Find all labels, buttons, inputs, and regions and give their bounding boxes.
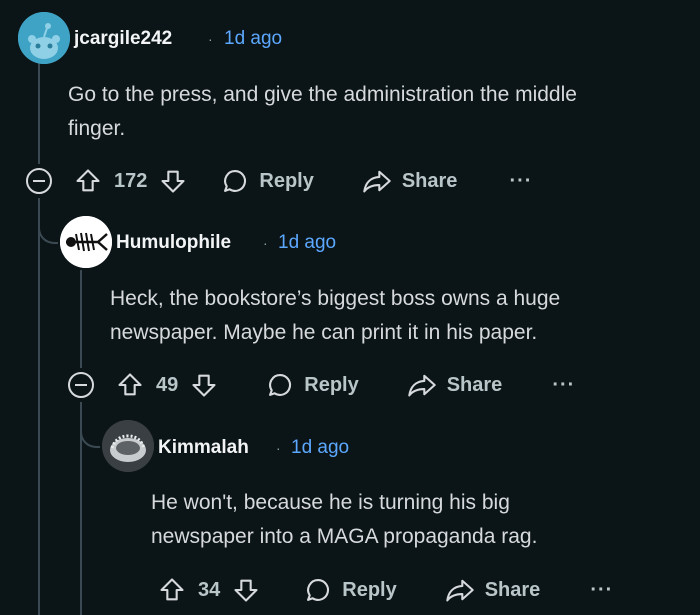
collapse-thread-button[interactable]	[26, 168, 52, 194]
share-arrow-icon	[445, 579, 474, 602]
comment-timestamp[interactable]: 1d ago	[278, 232, 336, 254]
comment-bubble-icon	[269, 374, 292, 396]
thread-line-level-2	[80, 270, 82, 368]
upvote-button[interactable]	[74, 167, 102, 195]
thread-line-level-1-lower	[38, 198, 40, 615]
share-button[interactable]: Share	[362, 167, 458, 195]
comment-timestamp[interactable]: 1d ago	[224, 28, 282, 50]
thread-line-level-1	[38, 62, 40, 164]
comment-actions: 172 Reply Share ···	[74, 163, 532, 199]
share-label: Share	[401, 169, 458, 192]
thread-connector	[80, 428, 100, 448]
separator-dot: ·	[263, 235, 268, 251]
reply-button[interactable]: Reply	[304, 576, 397, 604]
reply-label: Reply	[342, 578, 397, 601]
upvote-icon	[160, 578, 184, 601]
comment-body: Go to the press, and give the administra…	[68, 78, 577, 146]
comment-bubble-icon	[224, 170, 247, 192]
downvote-button[interactable]	[159, 167, 187, 195]
comment-body-line: Go to the press, and give the administra…	[68, 83, 577, 106]
comment-body-line: newspaper. Maybe he can print it in his …	[110, 321, 538, 344]
comment-author[interactable]: Humulophile	[116, 232, 231, 254]
comment-body: He won't, because he is turning his big …	[151, 486, 537, 554]
vote-count: 34	[198, 578, 221, 601]
more-options-button[interactable]: ···	[509, 170, 532, 193]
comment-timestamp[interactable]: 1d ago	[291, 437, 349, 459]
downvote-button[interactable]	[232, 576, 260, 604]
vote-count: 172	[114, 169, 148, 192]
avatar[interactable]	[102, 420, 154, 472]
share-label: Share	[484, 578, 541, 601]
downvote-button[interactable]	[190, 371, 218, 399]
share-label: Share	[446, 373, 503, 396]
avatar[interactable]	[60, 216, 112, 268]
comment-author[interactable]: jcargile242	[74, 28, 172, 50]
more-options-button[interactable]: ···	[552, 374, 575, 397]
comment-bubble-icon	[307, 579, 330, 601]
avatar[interactable]	[18, 12, 70, 64]
reply-label: Reply	[304, 373, 359, 396]
upvote-icon	[118, 373, 142, 396]
upvote-icon	[76, 169, 100, 192]
vote-count: 49	[156, 373, 179, 396]
upvote-button[interactable]	[116, 371, 144, 399]
separator-dot: ·	[208, 31, 213, 47]
share-button[interactable]: Share	[445, 576, 541, 604]
share-arrow-icon	[407, 374, 436, 397]
reply-button[interactable]: Reply	[266, 371, 359, 399]
ring-avatar-icon	[102, 420, 154, 472]
comment-body-line: finger.	[68, 117, 126, 140]
fish-skeleton-avatar-icon	[60, 216, 112, 268]
comment-author[interactable]: Kimmalah	[158, 437, 249, 459]
downvote-icon	[234, 579, 258, 602]
upvote-button[interactable]	[158, 576, 186, 604]
comment-actions: 49 Reply Share ···	[116, 367, 575, 403]
more-options-icon: ···	[590, 578, 614, 601]
share-button[interactable]: Share	[407, 371, 503, 399]
thread-connector	[38, 224, 58, 244]
more-options-icon: ···	[509, 169, 533, 192]
downvote-icon	[192, 374, 216, 397]
reply-label: Reply	[259, 169, 314, 192]
downvote-icon	[161, 170, 185, 193]
separator-dot: ·	[276, 440, 281, 456]
more-options-button[interactable]: ···	[590, 579, 613, 602]
comment-body-line: He won't, because he is turning his big	[151, 491, 510, 514]
comment-body-line: Heck, the bookstore’s biggest boss owns …	[110, 287, 561, 310]
snoo-avatar-icon	[18, 12, 70, 64]
reply-button[interactable]: Reply	[221, 167, 314, 195]
comment-actions: 34 Reply Share ···	[158, 572, 613, 608]
comment-body-line: newspaper into a MAGA propaganda rag.	[151, 525, 538, 548]
comment-body: Heck, the bookstore’s biggest boss owns …	[110, 282, 560, 350]
more-options-icon: ···	[552, 373, 576, 396]
collapse-thread-button[interactable]	[68, 372, 94, 398]
share-arrow-icon	[363, 170, 391, 193]
